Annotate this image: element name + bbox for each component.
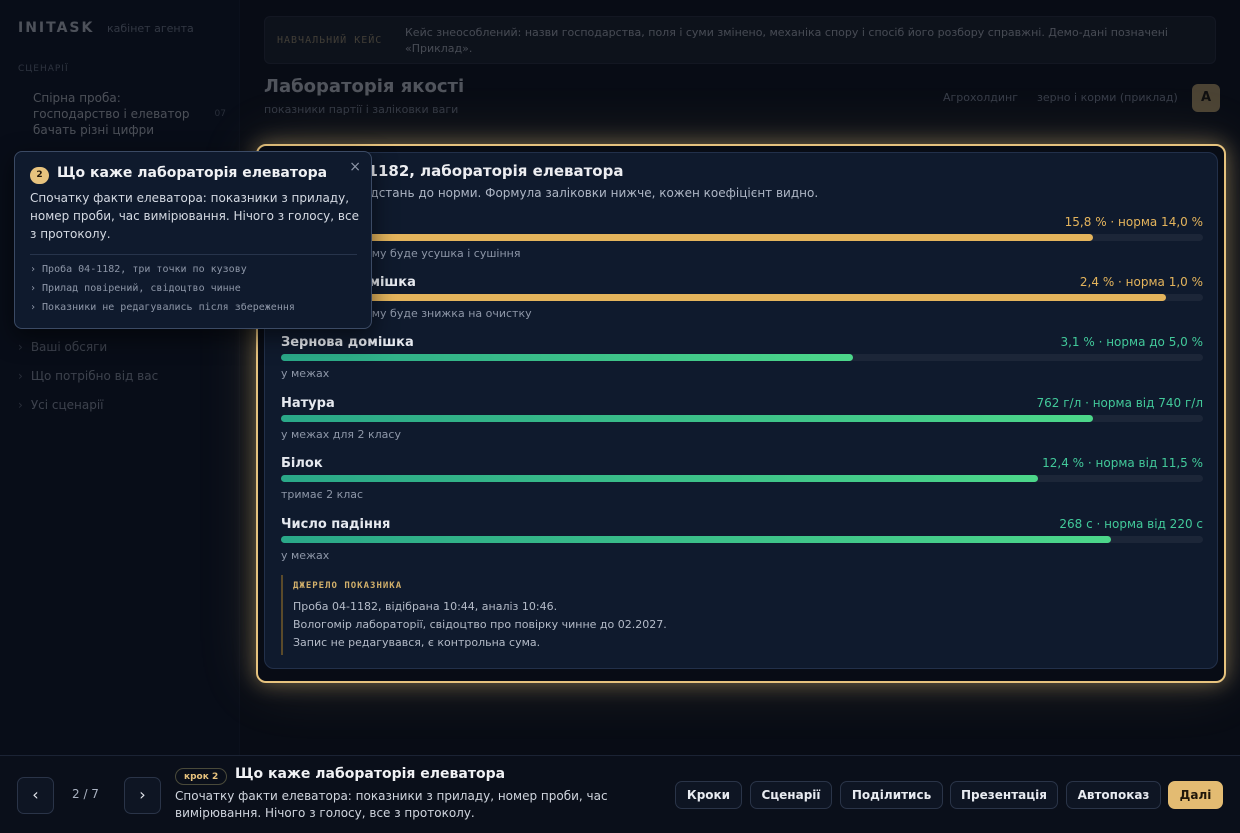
tour-popover: 2 Що каже лабораторія елеватора × Спочат…	[14, 151, 372, 329]
quality-metric-row: Білок 12,4 % · норма від 11,5 % тримає 2 к…	[281, 456, 1203, 506]
metric-value: 12,4 % · норма від 11,5 %	[1042, 456, 1203, 470]
page-title: Лабораторія якості	[264, 76, 465, 97]
banner-tag: НАВЧАЛЬНИЙ КЕЙС	[277, 35, 383, 46]
chevron-right-icon: ›	[18, 369, 23, 383]
metric-progress-track	[281, 354, 1203, 361]
sidebar-item-requirements[interactable]: › Що потрібно від вас	[18, 369, 158, 383]
metric-name: Зернова домішка	[281, 335, 414, 350]
indicator-source: ДЖЕРЕЛО ПОКАЗНИКА Проба 04-1182, відібра…	[281, 575, 881, 655]
metric-progress-fill	[281, 475, 1038, 482]
training-case-banner: НАВЧАЛЬНИЙ КЕЙС Кейс знеособлений: назви…	[264, 16, 1216, 64]
sidebar-item-label: Спірна проба: господарство і елеватор ба…	[33, 91, 190, 137]
quality-metric-row: Число падіння 268 с · норма від 220 с у ме…	[281, 517, 1203, 567]
chevron-right-icon: ›	[18, 340, 23, 354]
sidebar-item-label: Усі сценарії	[30, 398, 104, 412]
metric-progress-fill	[281, 415, 1094, 422]
sidebar-item-label: Ваші обсяги	[30, 340, 108, 354]
metric-progress-fill	[281, 354, 853, 361]
metric-name: Білок	[281, 456, 323, 471]
metric-value: 268 с · норма від 220 с	[1059, 517, 1203, 531]
divider	[30, 254, 357, 255]
lab-sample-card: Проба 04-1182, лабораторія елеватора Пок…	[264, 152, 1218, 669]
avatar[interactable]: А	[1192, 84, 1220, 112]
metric-note: тримає 2 клас	[281, 488, 364, 501]
metric-progress-fill	[281, 294, 1167, 301]
banner-text: Кейс знеособлений: назви господарства, п…	[405, 26, 1168, 55]
page-subtitle: показники партії і заліковки ваги	[264, 103, 459, 116]
share-button[interactable]: Поділитись	[840, 781, 943, 809]
quality-metric-row: Вологість15,8 % · норма 14,0 %вище норми…	[281, 215, 1203, 265]
metric-note: у межах для 2 класу	[281, 428, 401, 441]
sidebar-section-title: СЦЕНАРІЇ	[18, 64, 69, 74]
steps-button[interactable]: Кроки	[675, 781, 742, 809]
metric-progress-track	[281, 475, 1203, 482]
step-title: Що каже лабораторія елеватора	[235, 766, 506, 782]
step-counter: 2 / 7	[72, 787, 99, 801]
autoplay-button[interactable]: Автопоказ	[1066, 781, 1161, 809]
fact-text: Прилад повірений, свідоцтво чинне	[42, 283, 241, 294]
popover-fact: › Прилад повірений, свідоцтво чинне	[30, 283, 241, 294]
metric-progress-track	[281, 536, 1203, 543]
scenarios-button[interactable]: Сценарії	[750, 781, 832, 809]
source-line: Запис не редагувався, є контрольна сума.	[293, 636, 541, 649]
metric-progress-track	[281, 294, 1203, 301]
close-icon[interactable]: ×	[349, 159, 361, 175]
metric-value: 3,1 % · норма до 5,0 %	[1060, 335, 1203, 349]
popover-text: Спочатку факти елеватора: показники з пр…	[30, 191, 359, 241]
metric-progress-track	[281, 415, 1203, 422]
quality-metric-row: Натура 762 г/л · норма від 740 г/л у межах…	[281, 396, 1203, 446]
metric-name: Натура	[281, 396, 335, 411]
app-logo-subtitle: кабінет агента	[107, 22, 194, 35]
sidebar: INITASK кабінет агента СЦЕНАРІЇ Спірна п…	[0, 0, 240, 755]
chevron-right-icon: ›	[30, 302, 37, 313]
metric-value: 2,4 % · норма 1,0 %	[1079, 275, 1203, 289]
metric-progress-track	[281, 234, 1203, 241]
org-scope: зерно і корми (приклад)	[1037, 91, 1178, 104]
popover-title: Що каже лабораторія елеватора	[57, 165, 328, 181]
source-line: Вологомір лабораторії, свідоцтво про пов…	[293, 618, 667, 631]
tour-bottom-bar: ‹ 2 / 7 › крок 2 Що каже лабораторія еле…	[0, 755, 1240, 833]
metric-progress-fill	[281, 536, 1111, 543]
popover-fact: › Проба 04-1182, три точки по кузову	[30, 264, 247, 275]
metric-value: 762 г/л · норма від 740 г/л	[1036, 396, 1203, 410]
app-logo: INITASK	[18, 20, 95, 36]
step-pill: крок 2	[175, 768, 228, 785]
metric-note: у межах	[281, 549, 330, 562]
presentation-button[interactable]: Презентація	[950, 781, 1058, 809]
metric-name: Число падіння	[281, 517, 391, 532]
prev-step-button[interactable]: ‹	[17, 777, 54, 814]
quality-metric-row: Сміттєва домішка2,4 % · норма 1,0 %вище …	[281, 275, 1203, 325]
fact-text: Показники не редагувались після збережен…	[42, 302, 295, 313]
chevron-right-icon: ›	[30, 264, 37, 275]
next-step-button[interactable]: ›	[124, 777, 161, 814]
quality-metric-row: Зернова домішка 3,1 % · норма до 5,0 % у м…	[281, 335, 1203, 385]
next-button[interactable]: Далі	[1168, 781, 1223, 809]
chevron-right-icon: ›	[30, 283, 37, 294]
popover-fact: › Показники не редагувались після збереже…	[30, 302, 295, 313]
org-link[interactable]: Агрохолдинг	[943, 91, 1018, 104]
step-number-badge: 2	[30, 167, 49, 184]
sidebar-item-number: 07	[214, 109, 226, 119]
source-tag: ДЖЕРЕЛО ПОКАЗНИКА	[293, 581, 403, 591]
metric-note: у межах	[281, 367, 330, 380]
metric-progress-fill	[281, 234, 1094, 241]
sidebar-item-dispute-sample[interactable]: Спірна проба: господарство і елеватор ба…	[18, 90, 226, 138]
chevron-right-icon: ›	[18, 398, 23, 412]
step-description: Спочатку факти елеватора: показники з пр…	[175, 789, 608, 820]
sidebar-item-volumes[interactable]: › Ваші обсяги	[18, 340, 107, 354]
fact-text: Проба 04-1182, три точки по кузову	[42, 264, 247, 275]
sidebar-item-all-scenarios[interactable]: › Усі сценарії	[18, 398, 104, 412]
source-line: Проба 04-1182, відібрана 10:44, аналіз 1…	[293, 600, 558, 613]
sidebar-item-label: Що потрібно від вас	[30, 369, 159, 383]
metric-value: 15,8 % · норма 14,0 %	[1064, 215, 1203, 229]
